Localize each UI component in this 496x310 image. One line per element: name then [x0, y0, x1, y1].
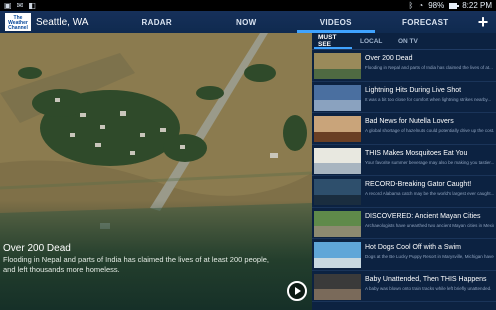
add-location-button[interactable]: + — [470, 12, 496, 33]
item-subtitle: A global shortage of hazelnuts could pot… — [365, 128, 494, 133]
subtab-label: MUST SEE — [318, 34, 337, 48]
subtab-label: LOCAL — [360, 37, 383, 45]
video-thumbnail — [314, 210, 361, 237]
list-item[interactable]: THIS Makes Mosquitoes Eat You Your favori… — [312, 145, 496, 176]
logo-text: The Weather Channel — [8, 15, 28, 31]
status-bar: ▣ ✉ ◧ ᛒ ◔ 98% 8:22 PM — [0, 0, 496, 11]
tab-label: FORECAST — [402, 17, 449, 27]
item-text: Bad News for Nutella Lovers A global shor… — [365, 116, 494, 142]
item-text: Lightning Hits During Live Shot It was a … — [365, 85, 491, 111]
item-text: THIS Makes Mosquitoes Eat You Your favori… — [365, 148, 494, 174]
list-item[interactable]: Over 200 Dead Flooding in Nepal and parts… — [312, 50, 496, 82]
subtab-local[interactable]: LOCAL — [354, 33, 392, 49]
item-subtitle: Archaeologists have unearthed two ancien… — [365, 222, 494, 228]
item-subtitle: A baby was blown onto train tracks while… — [365, 285, 492, 291]
clock: 8:22 PM — [462, 1, 492, 10]
item-title: Hot Dogs Cool Off with a Swim — [365, 244, 461, 251]
list-item[interactable]: Baby Unattended, Then THIS Happens A baby… — [312, 271, 496, 302]
list-item[interactable]: Hot Dogs Cool Off with a Swim Dogs at the… — [312, 239, 496, 271]
item-title: RECORD-Breaking Gator Caught! — [365, 181, 472, 188]
video-subtabs: MUST SEE LOCAL ON TV — [312, 33, 496, 50]
item-text: Baby Unattended, Then THIS Happens A baby… — [365, 274, 491, 300]
item-subtitle: Flooding in Nepal and parts of India has… — [365, 65, 493, 70]
item-text: RECORD-Breaking Gator Caught! A record Al… — [365, 179, 494, 205]
item-subtitle: A record Alabama catch may be the world'… — [365, 191, 494, 196]
tab-now[interactable]: NOW — [202, 11, 292, 33]
tab-label: VIDEOS — [319, 17, 352, 27]
item-subtitle: It was a bit too close for comfort when … — [365, 96, 492, 102]
list-item[interactable]: DISCOVERED: Ancient Mayan Cities Archaeol… — [312, 208, 496, 239]
weather-channel-logo[interactable]: The Weather Channel — [5, 13, 31, 31]
tab-label: NOW — [236, 17, 257, 27]
featured-video[interactable]: Over 200 Dead Flooding in Nepal and part… — [0, 33, 312, 310]
list-item[interactable]: Lightning Hits During Live Shot It was a … — [312, 82, 496, 113]
item-subtitle: Your favorite summer beverage may also b… — [365, 159, 494, 165]
play-button[interactable] — [287, 281, 307, 301]
tab-videos[interactable]: VIDEOS — [291, 11, 381, 33]
bluetooth-icon: ᛒ — [408, 1, 414, 10]
hero-description: Flooding in Nepal and parts of India has… — [3, 255, 270, 274]
subtab-must-see[interactable]: MUST SEE — [312, 33, 354, 49]
subtab-on-tv[interactable]: ON TV — [392, 33, 424, 49]
notification-icons: ▣ ✉ ◧ — [4, 1, 36, 10]
video-thumbnail — [314, 242, 361, 268]
wifi-icon: ◔ — [418, 1, 424, 10]
hero-title: Over 200 Dead — [3, 243, 71, 254]
tab-radar[interactable]: RADAR — [112, 11, 202, 33]
video-thumbnail — [314, 84, 361, 111]
battery-icon — [449, 2, 460, 9]
item-title: DISCOVERED: Ancient Mayan Cities — [365, 212, 481, 220]
item-title: Baby Unattended, Then THIS Happens — [365, 275, 487, 283]
video-thumbnail — [314, 53, 361, 79]
item-title: Over 200 Dead — [365, 55, 413, 62]
video-thumbnail — [314, 116, 361, 142]
item-title: Lightning Hits During Live Shot — [365, 86, 462, 94]
item-text: Over 200 Dead Flooding in Nepal and parts… — [365, 53, 493, 79]
video-thumbnail — [314, 147, 361, 174]
location-label[interactable]: Seattle, WA — [36, 17, 112, 28]
play-icon — [295, 287, 301, 295]
item-subtitle: Dogs at the Be Lucky Puppy Resort in Mar… — [365, 254, 494, 259]
subtab-label: ON TV — [398, 37, 418, 45]
video-thumbnail — [314, 179, 361, 205]
image-icon: ▣ — [4, 1, 12, 10]
video-thumbnail — [314, 273, 361, 300]
system-status: ᛒ ◔ 98% 8:22 PM — [409, 1, 492, 10]
video-list: Over 200 Dead Flooding in Nepal and parts… — [312, 50, 496, 302]
mail-icon: ✉ — [16, 1, 24, 10]
item-text: Hot Dogs Cool Off with a Swim Dogs at the… — [365, 242, 494, 268]
item-title: THIS Makes Mosquitoes Eat You — [365, 149, 468, 157]
bag-icon: ◧ — [28, 1, 36, 10]
tab-label: RADAR — [141, 17, 172, 27]
list-item[interactable]: Bad News for Nutella Lovers A global shor… — [312, 113, 496, 145]
main-tabs: RADAR NOW VIDEOS FORECAST — [112, 11, 470, 33]
list-item[interactable]: RECORD-Breaking Gator Caught! A record Al… — [312, 176, 496, 208]
battery-percent: 98% — [428, 1, 445, 10]
video-list-panel: MUST SEE LOCAL ON TV Over 200 Dead Floodi… — [312, 33, 496, 310]
item-title: Bad News for Nutella Lovers — [365, 118, 454, 125]
item-text: DISCOVERED: Ancient Mayan Cities Archaeol… — [365, 211, 494, 237]
app-header: The Weather Channel Seattle, WA RADAR NO… — [0, 11, 496, 33]
tab-forecast[interactable]: FORECAST — [381, 11, 471, 33]
